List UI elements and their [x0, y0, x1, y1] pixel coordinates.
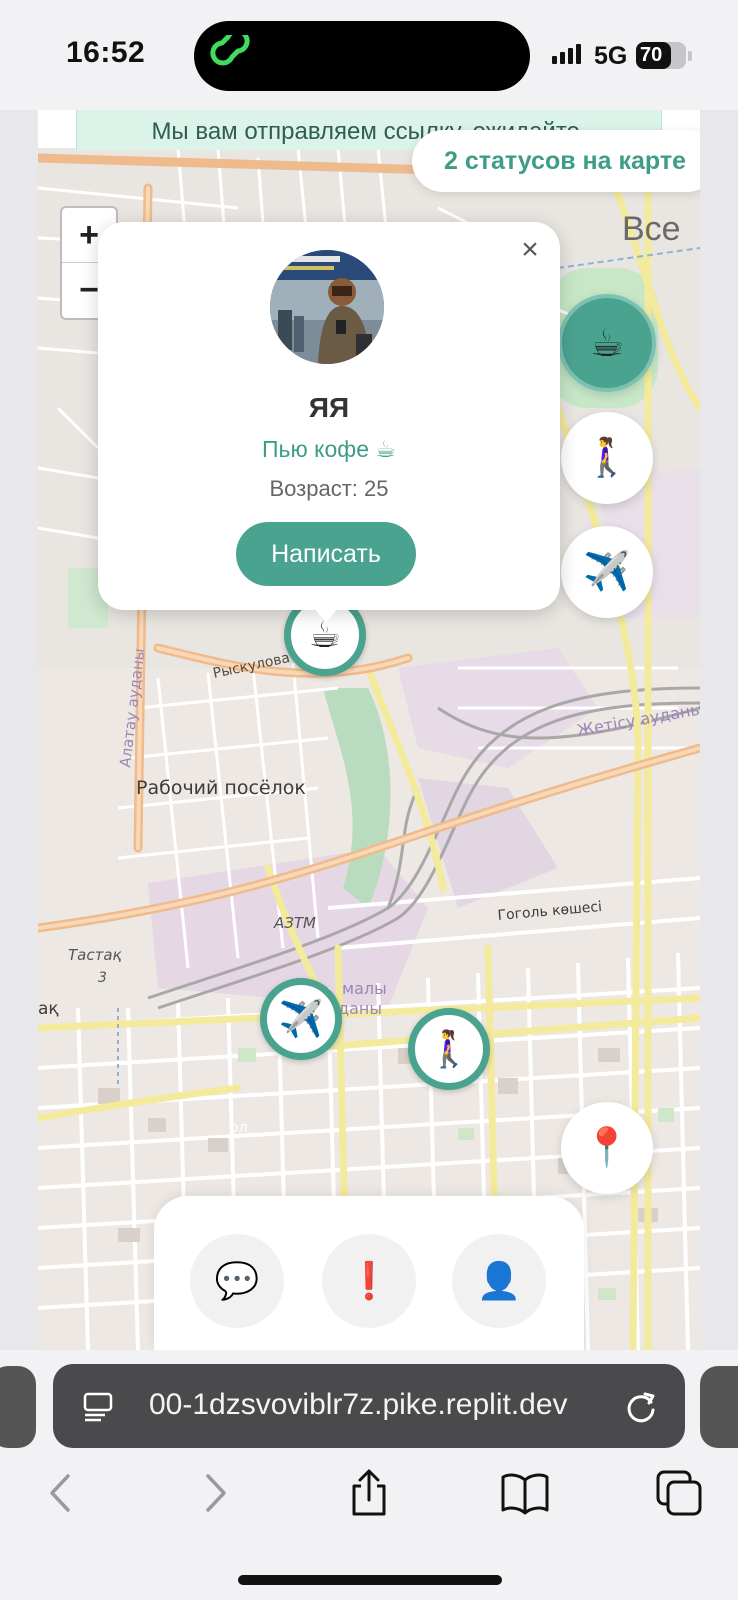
tabs-icon[interactable] [654, 1468, 704, 1518]
exclamation-icon: ❗ [346, 1260, 392, 1301]
map-marker-airplane[interactable]: ✈️ [260, 978, 342, 1060]
popup-user-age: Возраст: 25 [269, 476, 389, 501]
profile-icon: 👤 [476, 1260, 522, 1301]
network-type: 5G [594, 42, 628, 70]
url-text: 00-1dzsvoviblr7z.pike.replit.dev [149, 1388, 568, 1421]
status-count-badge[interactable]: 2 статусов на карте [412, 130, 700, 192]
bottom-nav: 💬 ❗ 👤 [154, 1196, 584, 1350]
walking-icon: 🚶‍♀️ [583, 437, 631, 479]
browser-chrome: 00-1dzsvoviblr7z.pike.replit.dev [0, 1350, 738, 1600]
previous-tab-peek[interactable] [0, 1366, 36, 1448]
map-label-rabochiy: Рабочий посёлок [136, 777, 306, 799]
user-popup: × ЯЯ Пью кофе ☕ Возраст: 25 Написать [98, 222, 560, 610]
filter-all-button[interactable]: Все [622, 210, 681, 249]
avatar-photo [270, 250, 384, 364]
popup-close-button[interactable]: × [510, 230, 550, 270]
map-label-aztm: АЗТМ [273, 914, 316, 932]
filter-airplane-button[interactable]: ✈️ [561, 526, 653, 618]
forward-icon[interactable] [190, 1468, 240, 1518]
web-viewport: Алатау ауданы Жетісу ауданы Рабочий посё… [0, 110, 738, 1350]
address-bar[interactable]: 00-1dzsvoviblr7z.pike.replit.dev [53, 1364, 685, 1448]
nav-chat-button[interactable]: 💬 [190, 1234, 284, 1328]
pin-icon: 📍 [583, 1127, 631, 1169]
map-label-tastak-number: 3 [98, 970, 107, 986]
map-label-edge-tak: ақ [38, 999, 59, 1019]
app-page: Алатау ауданы Жетісу ауданы Рабочий посё… [38, 110, 700, 1350]
next-tab-peek[interactable] [700, 1366, 738, 1448]
reader-mode-icon[interactable] [83, 1390, 115, 1422]
app-activity-icon [210, 35, 250, 66]
walking-icon: 🚶‍♀️ [426, 1028, 472, 1069]
popup-user-status: Пью кофе ☕ [262, 436, 396, 462]
avatar [270, 250, 384, 364]
map-label-almaly-1: малы [342, 979, 387, 998]
map-label-tastak: Тастақ [68, 946, 123, 964]
battery-cap [688, 51, 692, 61]
browser-toolbar [0, 1468, 738, 1528]
popup-user-name: ЯЯ [308, 392, 350, 423]
map-label-edge-ol: ол [230, 1120, 248, 1136]
map-label-almaly-2: даны [338, 999, 382, 1018]
battery-icon: 70 [636, 42, 686, 69]
airplane-icon: ✈️ [583, 551, 631, 593]
home-indicator [238, 1575, 502, 1585]
clock: 16:52 [66, 36, 146, 69]
reload-icon[interactable] [623, 1388, 659, 1424]
back-icon[interactable] [36, 1468, 86, 1518]
coffee-icon: ☕ [589, 322, 625, 365]
my-location-button[interactable]: 📍 [561, 1102, 653, 1194]
chat-bubble-icon: 💬 [214, 1260, 260, 1301]
cellular-signal-icon [552, 44, 581, 64]
filter-walking-button[interactable]: 🚶‍♀️ [561, 412, 653, 504]
share-icon[interactable] [344, 1468, 394, 1518]
airplane-icon: ✈️ [278, 998, 324, 1039]
ios-status-bar: 16:52 5G 70 [0, 0, 738, 110]
filter-coffee-button[interactable]: ☕ [558, 294, 656, 392]
map-marker-walking[interactable]: 🚶‍♀️ [408, 1008, 490, 1090]
map[interactable]: Алатау ауданы Жетісу ауданы Рабочий посё… [38, 148, 700, 1350]
nav-alert-button[interactable]: ❗ [322, 1234, 416, 1328]
bookmarks-icon[interactable] [500, 1468, 550, 1518]
write-message-button[interactable]: Написать [236, 522, 416, 586]
popup-pointer [312, 606, 340, 622]
dynamic-island [194, 21, 530, 91]
nav-profile-button[interactable]: 👤 [452, 1234, 546, 1328]
battery-percent: 70 [640, 44, 663, 66]
